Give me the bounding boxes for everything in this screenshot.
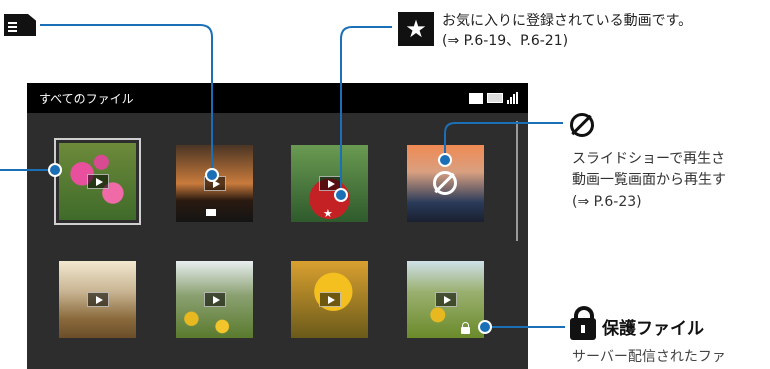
status-icons: [469, 92, 518, 104]
sd-card-icon: [206, 209, 216, 216]
video-thumbnail-cosmos[interactable]: [54, 138, 141, 225]
play-icon: [434, 291, 457, 307]
play-icon: [318, 175, 341, 191]
favorite-description: お気に入りに登録されている動画です。: [442, 13, 693, 29]
video-thumbnail-field[interactable]: [59, 261, 136, 338]
play-icon: [203, 291, 226, 307]
lock-icon: [570, 306, 596, 340]
protected-file-title: 保護ファイル: [602, 319, 704, 339]
video-thumbnail-sunflower-field[interactable]: [176, 261, 253, 338]
device-screen: すべてのファイル ★: [27, 83, 528, 369]
protected-file-description: サーバー配信されたファ: [572, 349, 726, 365]
not-playable-reference: (⇒ P.6-23): [572, 194, 642, 210]
scrollbar[interactable]: [516, 121, 518, 241]
signal-icon: [507, 92, 518, 104]
sd-card-icon: [469, 92, 483, 104]
video-thumbnail-shrine[interactable]: ★: [291, 145, 368, 222]
favorite-reference: (⇒ P.6-19、P.6-21): [442, 33, 569, 49]
play-icon: [86, 173, 109, 189]
not-playable-icon: [570, 113, 594, 137]
lock-icon: [461, 322, 470, 334]
star-icon: ★: [398, 12, 434, 46]
video-thumbnail-sunset[interactable]: [176, 145, 253, 222]
not-playable-icon: [433, 171, 457, 195]
video-thumbnail-sunflower-sky[interactable]: [407, 261, 484, 338]
star-icon: ★: [323, 207, 333, 220]
not-playable-line2: 動画一覧画面から再生す: [572, 172, 726, 188]
video-thumbnail-sunrise[interactable]: [407, 145, 484, 222]
sd-card-icon: [4, 14, 36, 36]
not-playable-line1: スライドショーで再生さ: [572, 151, 726, 167]
screen-header: すべてのファイル: [27, 83, 528, 113]
play-icon: [203, 175, 226, 191]
play-icon: [86, 291, 109, 307]
screen-title: すべてのファイル: [39, 92, 134, 106]
play-icon: [318, 291, 341, 307]
battery-icon: [487, 93, 503, 103]
video-thumbnail-sunflower-closeup[interactable]: [291, 261, 368, 338]
